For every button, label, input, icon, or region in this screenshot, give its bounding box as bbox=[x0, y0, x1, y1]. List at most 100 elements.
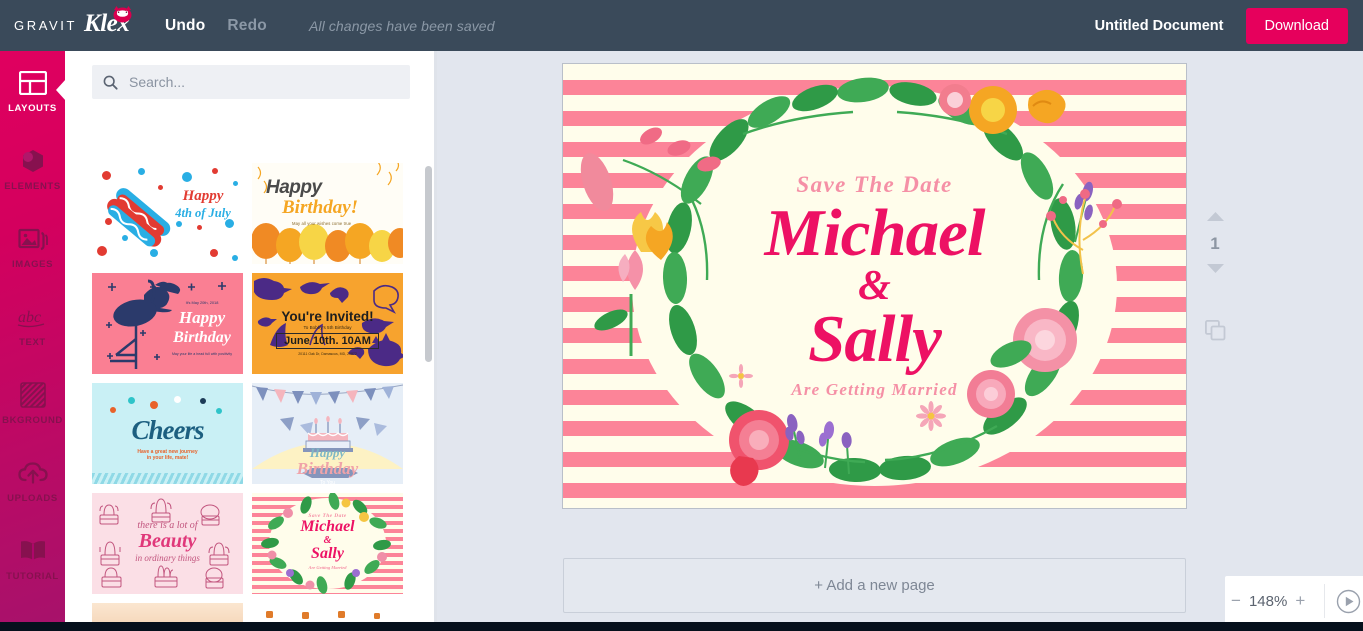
template-title: Happy bbox=[178, 308, 226, 327]
template-name-2: Sally bbox=[311, 545, 344, 562]
add-new-page-button[interactable]: + Add a new page bbox=[563, 558, 1186, 613]
logo-brand-text: GRAVIT bbox=[14, 18, 78, 33]
sidebar-label-bkground: BKGROUND bbox=[2, 415, 63, 426]
template-caption: 20111 Oak Dr, Damascus, MD, 20872 bbox=[298, 352, 357, 356]
template-card-partial-right[interactable] bbox=[252, 603, 403, 623]
page-up-button[interactable] bbox=[1206, 206, 1225, 230]
template-title: Happy bbox=[266, 177, 322, 198]
gravit-klex-editor: GRAVIT Klex Undo Redo All changes have b… bbox=[0, 0, 1363, 631]
card-eyebrow-text[interactable]: Save The Date bbox=[796, 172, 952, 198]
card-footer-text[interactable]: Are Getting Married bbox=[791, 380, 957, 400]
sidebar-item-uploads[interactable]: UPLOADS bbox=[0, 441, 65, 519]
book-icon bbox=[18, 534, 48, 568]
layouts-panel: Happy 4th of July bbox=[65, 51, 435, 631]
download-button[interactable]: Download bbox=[1245, 7, 1348, 44]
app-logo[interactable]: GRAVIT Klex bbox=[0, 0, 135, 51]
panel-divider bbox=[434, 51, 437, 631]
klex-monster-icon bbox=[113, 6, 132, 23]
template-card-balloons[interactable]: Happy Birthday! May all your wishes come… bbox=[252, 163, 403, 264]
template-card-flamingo[interactable]: It's May 20th, 2018 Happy Birthday May y… bbox=[92, 273, 243, 374]
panel-scrollbar-thumb[interactable] bbox=[425, 166, 432, 362]
save-status-text: All changes have been saved bbox=[308, 17, 495, 34]
svg-text:abc: abc bbox=[18, 309, 41, 326]
page-number: 1 bbox=[1210, 234, 1220, 253]
page-controls: 1 bbox=[1195, 206, 1235, 346]
os-taskbar bbox=[0, 622, 1363, 631]
left-tool-rail: LAYOUTS ELEMENTS IMAGES abc TEXT BKGROUN… bbox=[0, 51, 66, 631]
template-date: It's May 20th, 2018 bbox=[185, 300, 219, 305]
template-caption: To You bbox=[319, 480, 336, 484]
sidebar-item-bkground[interactable]: BKGROUND bbox=[0, 363, 65, 441]
cheers-stripe-footer bbox=[92, 473, 243, 484]
template-list: Happy 4th of July Happy Birthday! May al… bbox=[65, 112, 435, 631]
sidebar-item-images[interactable]: IMAGES bbox=[0, 207, 65, 285]
template-title: Cheers bbox=[131, 415, 204, 445]
card-name-2[interactable]: Sally bbox=[808, 305, 942, 372]
template-card-cake[interactable]: Happy Birthday To You bbox=[252, 383, 403, 484]
zoom-out-button[interactable]: − bbox=[1225, 591, 1247, 611]
search-input[interactable] bbox=[127, 73, 397, 91]
zoom-in-button[interactable]: + bbox=[1289, 591, 1311, 611]
top-toolbar: GRAVIT Klex Undo Redo All changes have b… bbox=[0, 0, 1363, 51]
template-date: June 10th. 10AM bbox=[276, 333, 379, 349]
zoom-controls: − 148% + bbox=[1225, 576, 1363, 626]
template-line-2: in ordinary things bbox=[135, 553, 200, 563]
document-title[interactable]: Untitled Document bbox=[1095, 18, 1224, 34]
triangle-down-icon bbox=[1206, 264, 1224, 273]
template-caption-2: in your life, mate! bbox=[146, 455, 189, 461]
duplicate-page-button[interactable] bbox=[1204, 319, 1226, 346]
elements-icon bbox=[19, 144, 47, 178]
present-button[interactable] bbox=[1336, 589, 1361, 614]
undo-button[interactable]: Undo bbox=[165, 17, 205, 35]
card-text-block: Save The Date Michael & Sally Are Gettin… bbox=[563, 64, 1186, 508]
template-subtitle: To Bobby's 5th Birthday bbox=[303, 325, 352, 330]
template-footer: Are Getting Married bbox=[308, 565, 347, 570]
template-card-cactus[interactable]: there is a lot of Beauty in ordinary thi… bbox=[92, 493, 243, 594]
images-icon bbox=[17, 222, 48, 256]
sidebar-label-images: IMAGES bbox=[11, 259, 54, 270]
template-subtitle: Birthday bbox=[296, 459, 359, 478]
play-circle-icon bbox=[1337, 589, 1361, 613]
sidebar-label-uploads: UPLOADS bbox=[7, 493, 58, 504]
template-card-michael-sally[interactable]: Save The Date Michael & Sally Are Gettin… bbox=[252, 493, 403, 594]
template-name-1: Michael bbox=[300, 518, 355, 535]
template-title: You're Invited! bbox=[281, 309, 374, 324]
template-card-july4[interactable]: Happy 4th of July bbox=[92, 163, 243, 264]
template-grid: Happy 4th of July Happy Birthday! May al… bbox=[92, 163, 408, 623]
sidebar-label-layouts: LAYOUTS bbox=[8, 103, 57, 114]
save-the-date-card: Save The Date Michael & Sally Are Gettin… bbox=[563, 64, 1186, 508]
template-title: Beauty bbox=[138, 530, 197, 552]
document-canvas[interactable]: Save The Date Michael & Sally Are Gettin… bbox=[563, 64, 1186, 508]
canvas-workspace: Save The Date Michael & Sally Are Gettin… bbox=[437, 51, 1363, 631]
sidebar-item-layouts[interactable]: LAYOUTS bbox=[0, 51, 66, 129]
sidebar-item-tutorial[interactable]: TUTORIAL bbox=[0, 519, 65, 597]
card-name-1[interactable]: Michael bbox=[764, 199, 985, 266]
template-card-dinosaur[interactable]: You're Invited! To Bobby's 5th Birthday … bbox=[252, 273, 403, 374]
sidebar-label-tutorial: TUTORIAL bbox=[6, 571, 59, 582]
redo-button[interactable]: Redo bbox=[227, 17, 267, 35]
background-icon bbox=[19, 378, 46, 412]
zoom-level-value: 148% bbox=[1248, 592, 1288, 610]
sidebar-label-text: TEXT bbox=[19, 337, 46, 348]
search-row bbox=[65, 51, 435, 99]
triangle-up-icon bbox=[1206, 212, 1224, 221]
upload-cloud-icon bbox=[17, 456, 49, 490]
sidebar-item-elements[interactable]: ELEMENTS bbox=[0, 129, 65, 207]
search-box[interactable] bbox=[92, 65, 410, 99]
template-subtitle: Birthday! bbox=[282, 197, 359, 218]
template-caption: May your life a head full with positivit… bbox=[171, 352, 233, 356]
sidebar-label-elements: ELEMENTS bbox=[4, 181, 61, 192]
topbar-right-group: Untitled Document Download bbox=[1095, 7, 1363, 44]
template-card-cheers[interactable]: Cheers Have a great new journey in your … bbox=[92, 383, 243, 484]
layouts-icon bbox=[18, 66, 47, 100]
active-tab-caret bbox=[56, 79, 66, 101]
zoom-separator bbox=[1324, 584, 1326, 618]
page-down-button[interactable] bbox=[1206, 258, 1225, 282]
duplicate-page-icon bbox=[1204, 319, 1225, 341]
template-subtitle: 4th of July bbox=[175, 206, 231, 220]
template-title: Happy bbox=[182, 188, 224, 204]
partial-art bbox=[266, 611, 380, 619]
template-card-partial-left[interactable] bbox=[92, 603, 243, 623]
sidebar-item-text[interactable]: abc TEXT bbox=[0, 285, 65, 363]
search-icon bbox=[103, 75, 118, 90]
